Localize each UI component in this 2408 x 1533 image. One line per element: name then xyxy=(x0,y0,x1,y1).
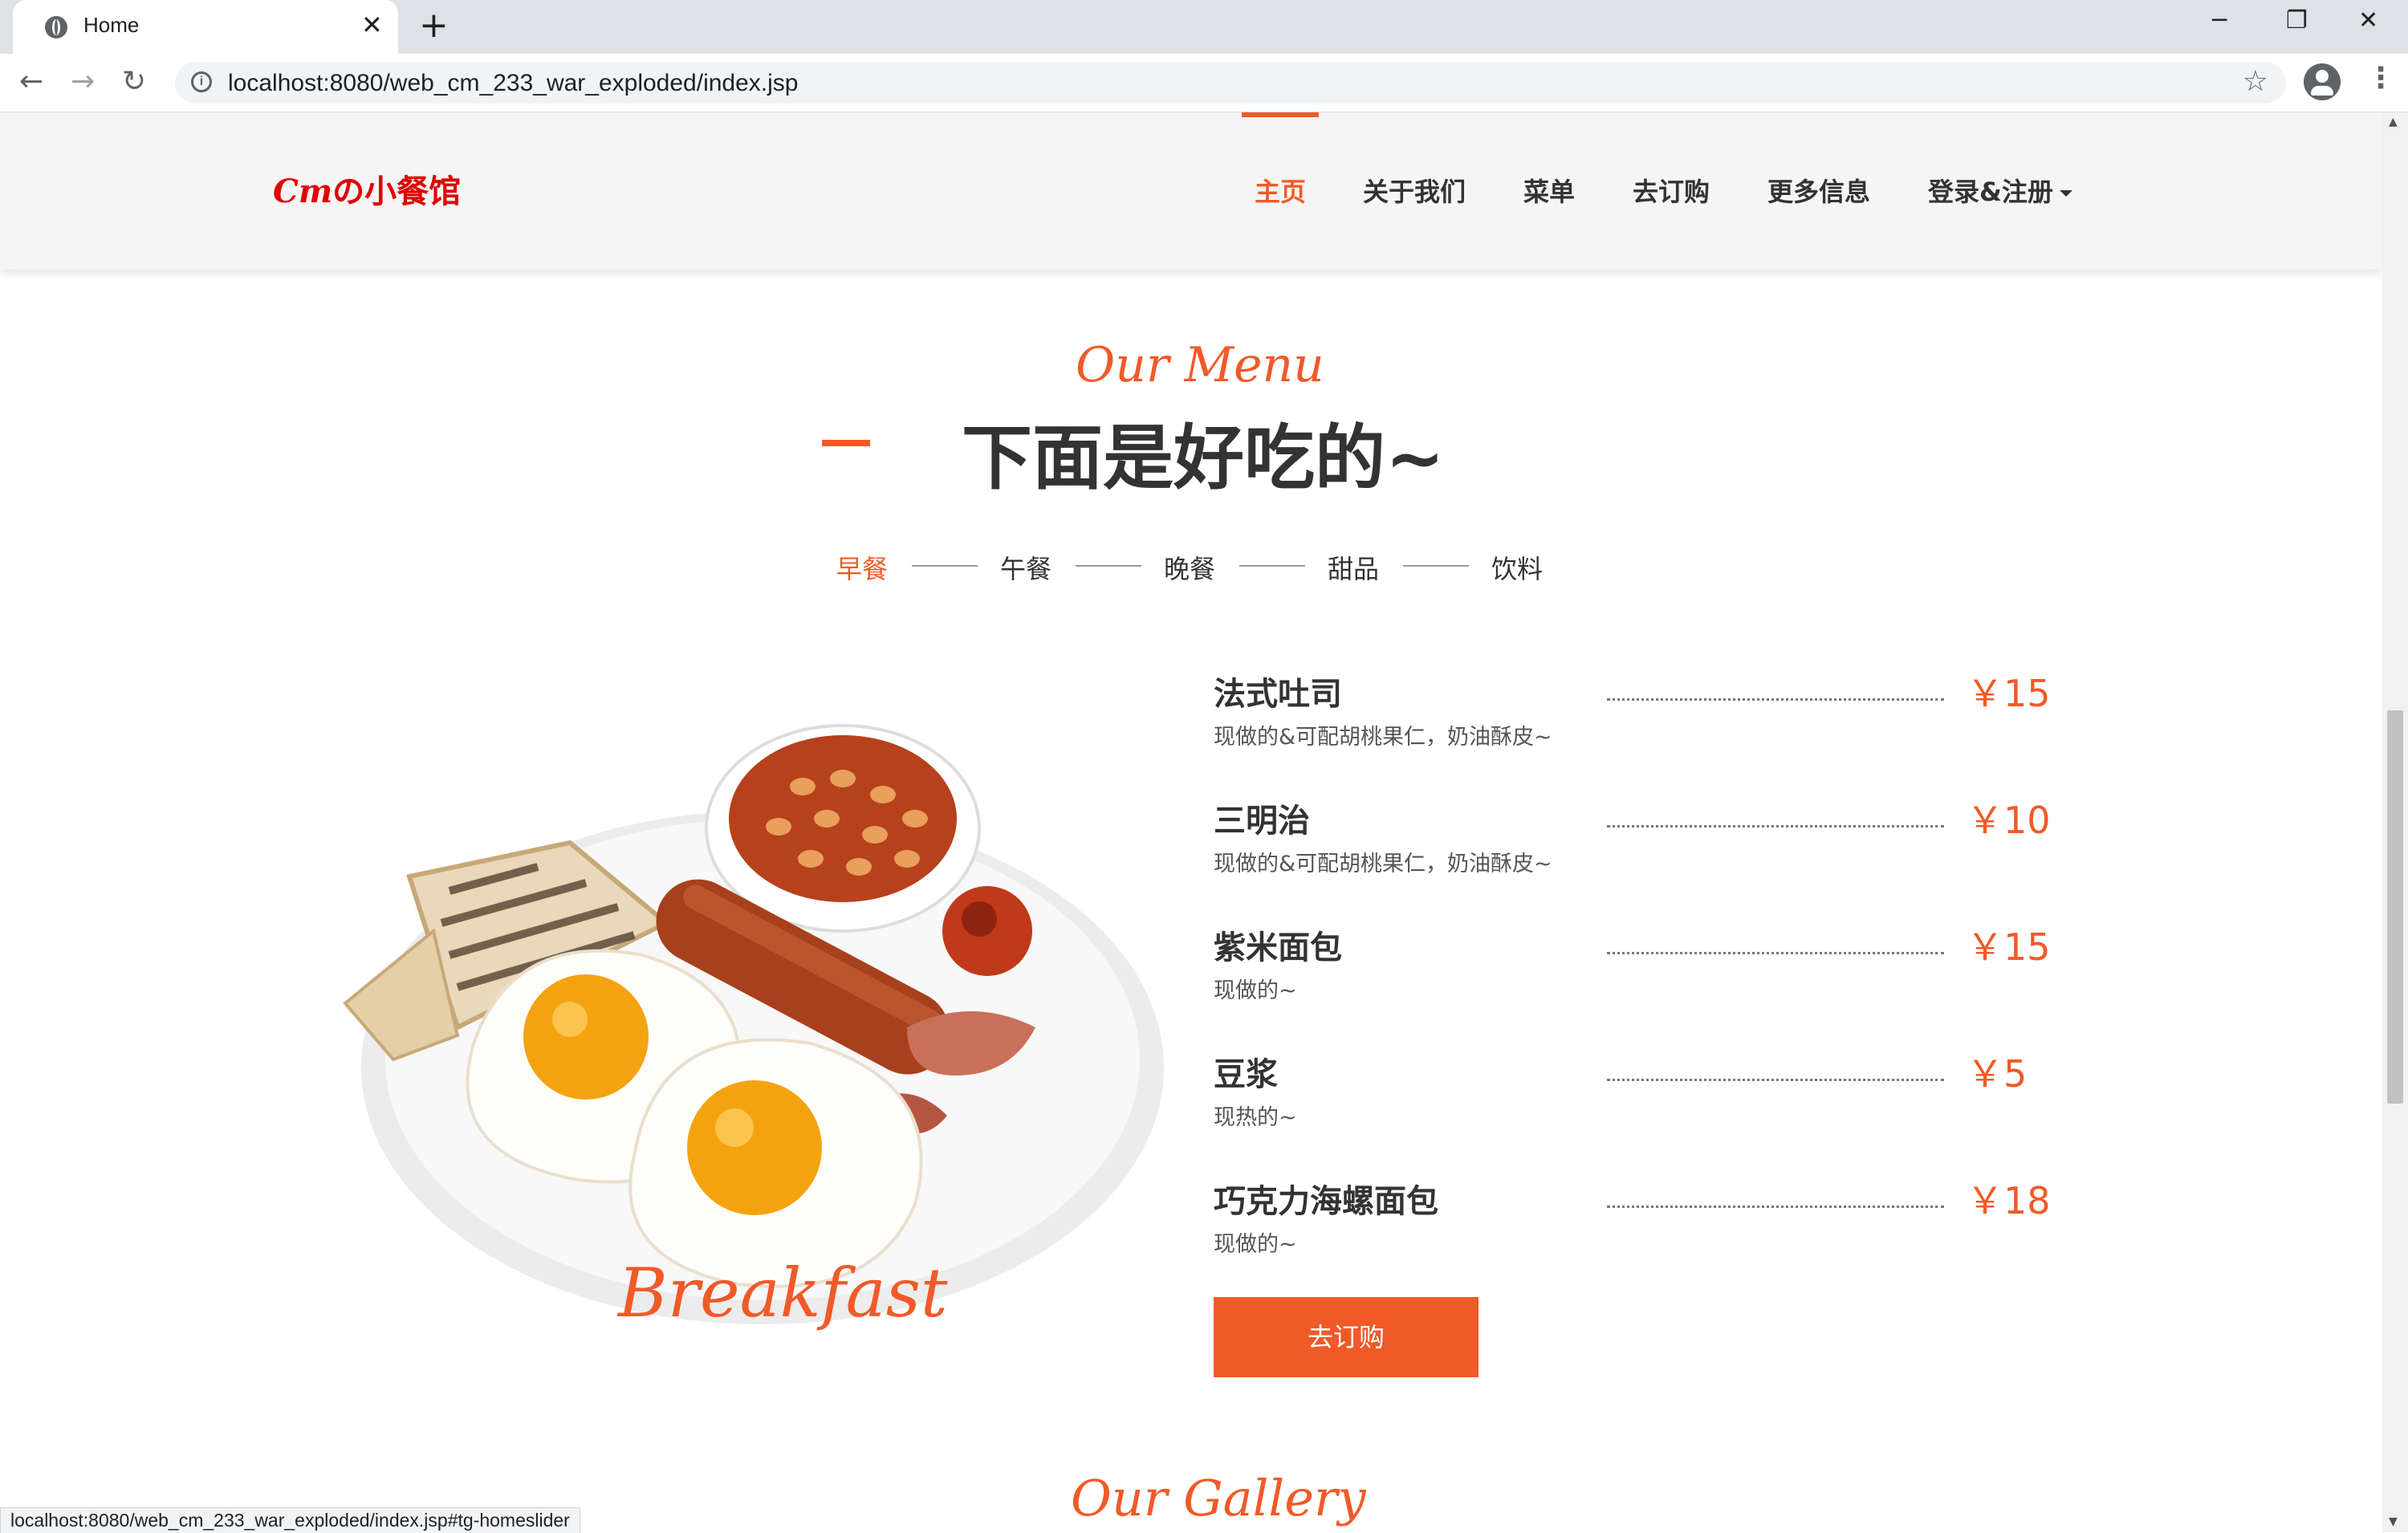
category-dessert[interactable]: 甜品 xyxy=(1328,549,1379,586)
item-description: 现热的~ xyxy=(1214,1105,1297,1130)
item-price: ￥10 xyxy=(1967,799,2051,842)
category-breakfast[interactable]: 早餐 xyxy=(836,549,888,586)
nav-login-register[interactable]: 登录&注册 xyxy=(1928,172,2072,209)
category-separator xyxy=(1239,565,1305,567)
tab-title: Home xyxy=(83,13,140,37)
site-header: Cmの小餐馆 主页 关于我们 菜单 去订购 更多信息 登录&注册 xyxy=(0,112,2382,270)
item-description: 现做的&可配胡桃果仁，奶油酥皮~ xyxy=(1214,852,1552,876)
category-drinks[interactable]: 饮料 xyxy=(1491,549,1543,586)
breakfast-caption: Breakfast xyxy=(618,1254,948,1332)
nav-login-label: 登录&注册 xyxy=(1928,177,2053,207)
minimize-icon[interactable]: ─ xyxy=(2212,6,2227,35)
nav-order[interactable]: 去订购 xyxy=(1633,172,1710,209)
menu-section-subtitle: Our Menu xyxy=(1076,337,1324,393)
category-separator xyxy=(1403,565,1469,567)
page-scrollbar[interactable]: ▲ ▼ xyxy=(2382,112,2408,1532)
logo-cm: Cm xyxy=(273,173,333,210)
chevron-down-icon xyxy=(2059,190,2072,197)
back-icon[interactable]: ← xyxy=(19,65,43,98)
browser-toolbar: ← → ↻ i localhost:8080/web_cm_233_war_ex… xyxy=(0,54,2408,112)
site-info-icon[interactable]: i xyxy=(191,71,212,92)
item-description: 现做的~ xyxy=(1214,1232,1297,1257)
status-bar-url: localhost:8080/web_cm_233_war_exploded/i… xyxy=(0,1507,580,1533)
active-nav-indicator xyxy=(1242,112,1319,117)
logo-text: の小餐馆 xyxy=(332,173,462,210)
category-lunch[interactable]: 午餐 xyxy=(1000,549,1051,586)
item-name: 紫米面包 xyxy=(1214,929,1342,966)
item-name: 豆浆 xyxy=(1214,1056,1278,1093)
reload-icon[interactable]: ↻ xyxy=(122,65,146,98)
item-description: 现做的&可配胡桃果仁，奶油酥皮~ xyxy=(1214,725,1552,750)
nav-about[interactable]: 关于我们 xyxy=(1363,172,1466,209)
item-name: 三明治 xyxy=(1214,803,1310,840)
category-dinner[interactable]: 晚餐 xyxy=(1164,549,1215,586)
order-button[interactable]: 去订购 xyxy=(1214,1297,1479,1377)
scrollbar-thumb[interactable] xyxy=(2387,710,2403,1104)
window-close-icon[interactable]: ✕ xyxy=(2358,6,2378,35)
title-dash xyxy=(822,440,870,446)
dotted-leader xyxy=(1607,952,1944,954)
bookmark-star-icon[interactable]: ☆ xyxy=(2243,65,2268,98)
globe-icon xyxy=(45,16,67,39)
breakfast-plate-image xyxy=(343,724,1164,1324)
browser-menu-icon[interactable]: ⋮ xyxy=(2366,62,2395,95)
item-description: 现做的~ xyxy=(1214,978,1297,1003)
item-price: ￥18 xyxy=(1967,1179,2051,1222)
dotted-leader xyxy=(1607,1079,1944,1081)
gallery-section-subtitle: Our Gallery xyxy=(1071,1469,1366,1527)
url-text[interactable]: localhost:8080/web_cm_233_war_exploded/i… xyxy=(228,70,798,97)
category-separator xyxy=(1076,565,1141,567)
address-bar[interactable]: i localhost:8080/web_cm_233_war_exploded… xyxy=(175,62,2286,104)
new-tab-button[interactable]: + xyxy=(419,5,449,46)
page-viewport: Cmの小餐馆 主页 关于我们 菜单 去订购 更多信息 登录&注册 Our Men… xyxy=(0,112,2382,1532)
nav-home[interactable]: 主页 xyxy=(1255,172,1306,209)
browser-tab-strip: Home ✕ + ─ ❐ ✕ xyxy=(0,0,2408,54)
restore-icon[interactable]: ❐ xyxy=(2286,6,2308,35)
nav-menu[interactable]: 菜单 xyxy=(1523,172,1575,209)
scroll-down-arrow-icon[interactable]: ▼ xyxy=(2389,1515,2398,1528)
item-name: 法式吐司 xyxy=(1214,676,1342,713)
profile-avatar-icon[interactable] xyxy=(2304,63,2341,100)
dotted-leader xyxy=(1607,1206,1944,1208)
item-price: ￥5 xyxy=(1967,1052,2028,1096)
nav-more-info[interactable]: 更多信息 xyxy=(1767,172,1870,209)
dotted-leader xyxy=(1607,698,1944,701)
menu-section-title: 下面是好吃的~ xyxy=(962,417,1445,499)
site-logo[interactable]: Cmの小餐馆 xyxy=(273,165,461,212)
category-separator xyxy=(912,565,978,567)
item-price: ￥15 xyxy=(1967,672,2051,715)
browser-tab[interactable]: Home ✕ xyxy=(13,0,398,54)
forward-icon[interactable]: → xyxy=(71,65,95,98)
item-name: 巧克力海螺面包 xyxy=(1214,1183,1438,1220)
dotted-leader xyxy=(1607,825,1944,827)
close-tab-icon[interactable]: ✕ xyxy=(361,10,383,40)
item-price: ￥15 xyxy=(1967,925,2051,969)
scroll-up-arrow-icon[interactable]: ▲ xyxy=(2389,116,2398,128)
